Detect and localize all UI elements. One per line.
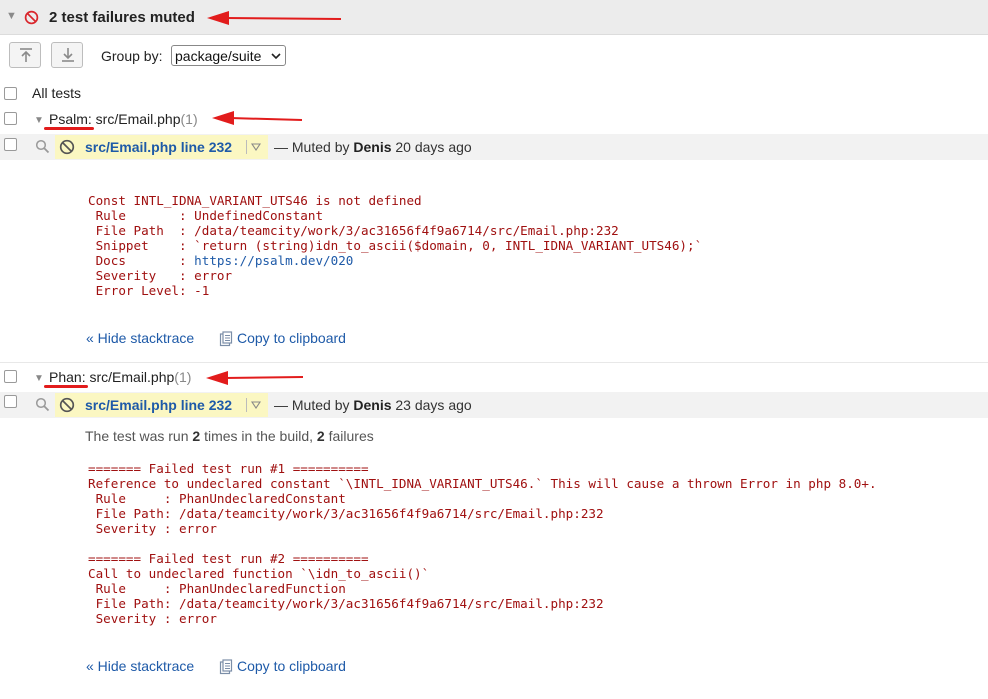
header-title: 2 test failures muted [49, 9, 195, 26]
test-name-link[interactable]: src/Email.php line 232 [85, 139, 232, 155]
search-icon[interactable] [35, 397, 50, 412]
triangle-down-icon[interactable]: ▼ [34, 115, 44, 126]
run-info: The test was run 2 times in the build, 2… [85, 428, 374, 444]
triangle-down-icon[interactable]: ▼ [6, 10, 17, 22]
dropdown-triangle-icon[interactable] [251, 401, 261, 409]
annotation-arrow-header [207, 11, 342, 25]
group-checkbox-phan[interactable] [4, 370, 17, 383]
dropdown-triangle-icon[interactable] [251, 143, 261, 151]
group-checkbox-psalm[interactable] [4, 112, 17, 125]
group-by-select[interactable]: package/suite [171, 45, 286, 66]
muted-failures-header[interactable]: ▼ 2 test failures muted [0, 0, 988, 35]
test-checkbox-phan[interactable] [4, 395, 17, 408]
stacktrace-actions: « Hide stacktrace Copy to clipboard [86, 330, 386, 348]
triangle-down-icon[interactable]: ▼ [34, 373, 44, 384]
copy-to-clipboard-link[interactable]: Copy to clipboard [237, 658, 346, 674]
stacktrace-psalm: Const INTL_IDNA_VARIANT_UTS46 is not def… [88, 193, 703, 298]
all-tests-checkbox[interactable] [4, 87, 17, 100]
muted-by-user: Denis [353, 139, 392, 155]
stacktrace-actions: « Hide stacktrace Copy to clipboard [86, 658, 386, 676]
ban-icon [24, 10, 39, 25]
hide-stacktrace-link[interactable]: « Hide stacktrace [86, 658, 194, 674]
all-tests-label: All tests [32, 85, 82, 101]
group-file: src/Email.php [91, 111, 181, 127]
clipboard-icon[interactable] [219, 331, 233, 347]
group-by-value: package/suite [175, 48, 262, 64]
search-icon[interactable] [35, 139, 50, 154]
group-count: (1) [174, 369, 192, 385]
annotation-underline-psalm [44, 127, 94, 130]
annotation-arrow-phan [206, 371, 304, 385]
collapse-all-button[interactable] [9, 42, 41, 68]
group-count: (1) [180, 111, 198, 127]
clipboard-icon[interactable] [219, 659, 233, 675]
collapse-all-icon [20, 48, 32, 62]
group-label-phan[interactable]: Phan: src/Email.php(1) [49, 369, 191, 385]
annotation-arrow-psalm [212, 111, 303, 125]
group-prefix: Psalm: [49, 111, 92, 127]
ban-icon [59, 397, 75, 413]
muted-info: — Muted by Denis 20 days ago [274, 139, 472, 155]
annotation-underline-phan [44, 385, 88, 388]
muted-by-user: Denis [353, 397, 392, 413]
test-checkbox-psalm[interactable] [4, 138, 17, 151]
group-prefix: Phan: [49, 369, 86, 385]
muted-info: — Muted by Denis 23 days ago [274, 397, 472, 413]
group-file: src/Email.php [85, 369, 175, 385]
test-name-link[interactable]: src/Email.php line 232 [85, 397, 232, 413]
hide-stacktrace-link[interactable]: « Hide stacktrace [86, 330, 194, 346]
group-label-psalm[interactable]: Psalm: src/Email.php(1) [49, 111, 198, 127]
expand-all-button[interactable] [51, 42, 83, 68]
toolbar: Group by: package/suite [0, 36, 988, 76]
separator [246, 398, 247, 412]
ban-icon [59, 139, 75, 155]
copy-to-clipboard-link[interactable]: Copy to clipboard [237, 330, 346, 346]
separator [246, 140, 247, 154]
expand-all-icon [62, 48, 74, 62]
group-by-label: Group by: [101, 48, 163, 64]
docs-link[interactable]: https://psalm.dev/020 [194, 253, 353, 268]
chevron-down-icon [271, 53, 281, 60]
divider [0, 362, 988, 363]
stacktrace-phan: ======= Failed test run #1 ========== Re… [88, 461, 877, 626]
